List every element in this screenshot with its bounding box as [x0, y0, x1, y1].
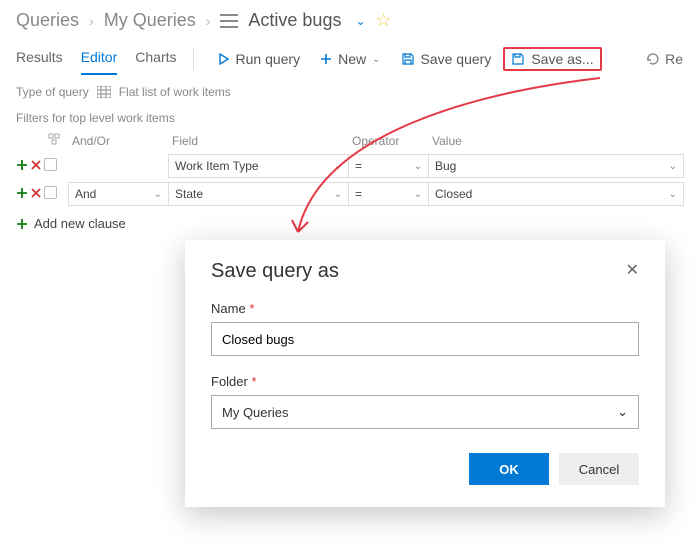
undo-icon: [645, 52, 659, 66]
save-as-button[interactable]: Save as...: [503, 47, 601, 71]
new-button[interactable]: New ⌄: [312, 47, 388, 71]
andor-cell[interactable]: [68, 154, 169, 178]
add-clause-label: Add new clause: [34, 216, 126, 231]
value-cell[interactable]: Closed⌄: [428, 182, 684, 206]
remove-row-button[interactable]: [30, 159, 42, 174]
chevron-down-icon: ⌄: [372, 54, 380, 65]
tab-editor[interactable]: Editor: [81, 43, 118, 75]
folder-value: My Queries: [222, 405, 288, 420]
add-row-button[interactable]: [16, 159, 28, 174]
ok-button[interactable]: OK: [469, 453, 549, 485]
toolbar: Results Editor Charts Run query New ⌄ Sa…: [0, 37, 699, 75]
required-indicator: *: [251, 374, 256, 389]
value-cell[interactable]: Bug⌄: [428, 154, 684, 178]
add-row-button[interactable]: [16, 187, 28, 202]
chevron-right-icon: ›: [89, 13, 94, 29]
breadcrumb-root[interactable]: Queries: [16, 10, 79, 31]
close-icon[interactable]: ✕: [626, 260, 639, 280]
run-query-button[interactable]: Run query: [210, 47, 309, 71]
filters-header-row: And/Or Field Operator Value: [16, 129, 683, 152]
field-cell[interactable]: Work Item Type⌄: [168, 154, 349, 178]
revert-label: Re: [665, 51, 683, 67]
breadcrumb-current[interactable]: Active bugs: [248, 10, 341, 31]
play-icon: [218, 53, 230, 65]
save-query-label: Save query: [421, 51, 492, 67]
folder-label: Folder *: [211, 374, 639, 389]
col-andor: And/Or: [68, 134, 168, 148]
chevron-down-icon: ⌄: [669, 161, 677, 172]
query-type-label: Type of query: [16, 85, 89, 99]
tab-charts[interactable]: Charts: [135, 43, 176, 75]
chevron-down-icon: ⌄: [334, 161, 342, 172]
save-query-button[interactable]: Save query: [393, 47, 500, 71]
save-as-label: Save as...: [531, 51, 593, 67]
tabs: Results Editor Charts: [16, 43, 177, 75]
chevron-down-icon: ⌄: [414, 161, 422, 172]
save-as-icon: [511, 52, 525, 66]
plus-icon: [320, 53, 332, 65]
plus-icon: [16, 218, 28, 230]
filter-row: And⌄ State⌄ =⌄ Closed⌄: [16, 180, 683, 208]
chevron-down-icon: ⌄: [334, 189, 342, 200]
required-indicator: *: [249, 301, 254, 316]
tab-results[interactable]: Results: [16, 43, 63, 75]
breadcrumb: Queries › My Queries › Active bugs ⌄ ☆: [0, 0, 699, 37]
col-field: Field: [168, 134, 348, 148]
cancel-button[interactable]: Cancel: [559, 453, 639, 485]
name-input[interactable]: [211, 322, 639, 356]
filters-heading: Filters for top level work items: [0, 105, 699, 129]
divider: [193, 48, 194, 70]
query-type-value[interactable]: Flat list of work items: [119, 85, 231, 99]
star-icon[interactable]: ☆: [376, 10, 392, 31]
col-value: Value: [428, 134, 683, 148]
chevron-down-icon: ⌄: [414, 189, 422, 200]
tree-icon: [44, 133, 68, 148]
run-query-label: Run query: [236, 51, 301, 67]
new-label: New: [338, 51, 366, 67]
save-query-dialog: Save query as ✕ Name * Folder * My Queri…: [185, 240, 665, 507]
query-type-bar: Type of query Flat list of work items: [0, 75, 699, 105]
chevron-right-icon: ›: [206, 13, 211, 29]
dialog-title: Save query as: [211, 260, 339, 283]
chevron-down-icon: ⌄: [154, 189, 162, 200]
chevron-down-icon[interactable]: ⌄: [355, 14, 365, 28]
row-checkbox[interactable]: [44, 186, 57, 199]
revert-button[interactable]: Re: [645, 51, 683, 67]
col-operator: Operator: [348, 134, 428, 148]
name-label: Name *: [211, 301, 639, 316]
list-icon: [220, 14, 238, 28]
add-clause-button[interactable]: Add new clause: [0, 208, 699, 239]
operator-cell[interactable]: =⌄: [348, 182, 429, 206]
row-checkbox[interactable]: [44, 158, 57, 171]
remove-row-button[interactable]: [30, 187, 42, 202]
save-icon: [401, 52, 415, 66]
andor-cell[interactable]: And⌄: [68, 182, 169, 206]
field-cell[interactable]: State⌄: [168, 182, 349, 206]
chevron-down-icon: ⌄: [617, 404, 628, 420]
filter-row: Work Item Type⌄ =⌄ Bug⌄: [16, 152, 683, 180]
breadcrumb-folder[interactable]: My Queries: [104, 10, 196, 31]
operator-cell[interactable]: =⌄: [348, 154, 429, 178]
filters-table: And/Or Field Operator Value Work Item Ty…: [0, 129, 699, 208]
folder-select[interactable]: My Queries ⌄: [211, 395, 639, 429]
chevron-down-icon: ⌄: [669, 189, 677, 200]
grid-icon: [97, 86, 111, 98]
